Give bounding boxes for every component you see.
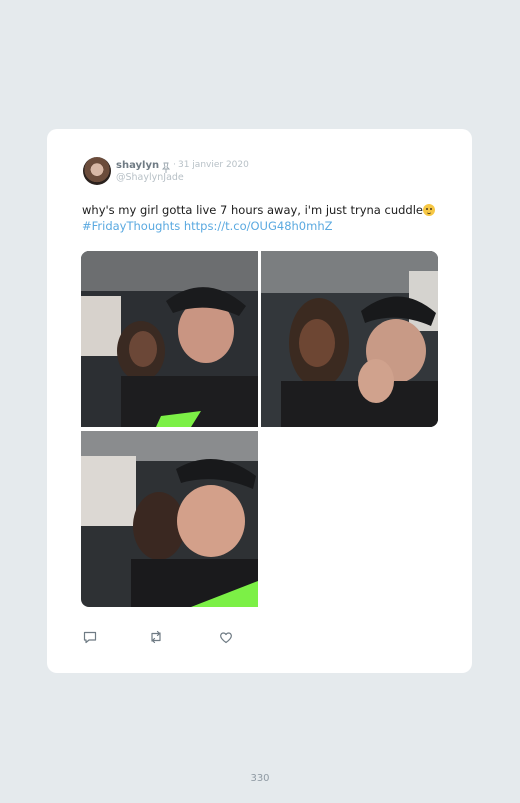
tweet-header: shaylyn · 31 janvier 2020 @ShaylynJade	[116, 158, 249, 184]
pleading-face-emoji	[422, 204, 435, 216]
tweet-actions	[82, 629, 282, 645]
tweet-text: why's my girl gotta live 7 hours away, i…	[82, 202, 452, 234]
reply-icon[interactable]	[82, 629, 98, 645]
heart-icon[interactable]	[218, 629, 234, 645]
photo-3[interactable]	[81, 431, 258, 607]
hashtag-link[interactable]: #FridayThoughts	[82, 219, 180, 233]
display-name[interactable]: shaylyn	[116, 160, 159, 171]
page-number: 330	[250, 773, 270, 784]
photo-1[interactable]	[81, 251, 258, 427]
photo-2[interactable]	[261, 251, 438, 427]
tweet-body: why's my girl gotta live 7 hours away, i…	[82, 203, 423, 217]
retweet-icon[interactable]	[148, 629, 164, 645]
meta-separator: ·	[173, 160, 176, 170]
pin-icon	[161, 159, 171, 173]
tweet-date[interactable]: 31 janvier 2020	[178, 160, 249, 170]
user-handle[interactable]: @ShaylynJade	[116, 172, 249, 183]
avatar[interactable]	[83, 157, 111, 185]
name-row: shaylyn · 31 janvier 2020	[116, 158, 249, 173]
url-link[interactable]: https://t.co/OUG48h0mhZ	[184, 219, 333, 233]
tweet-card: shaylyn · 31 janvier 2020 @ShaylynJade w…	[47, 129, 472, 673]
